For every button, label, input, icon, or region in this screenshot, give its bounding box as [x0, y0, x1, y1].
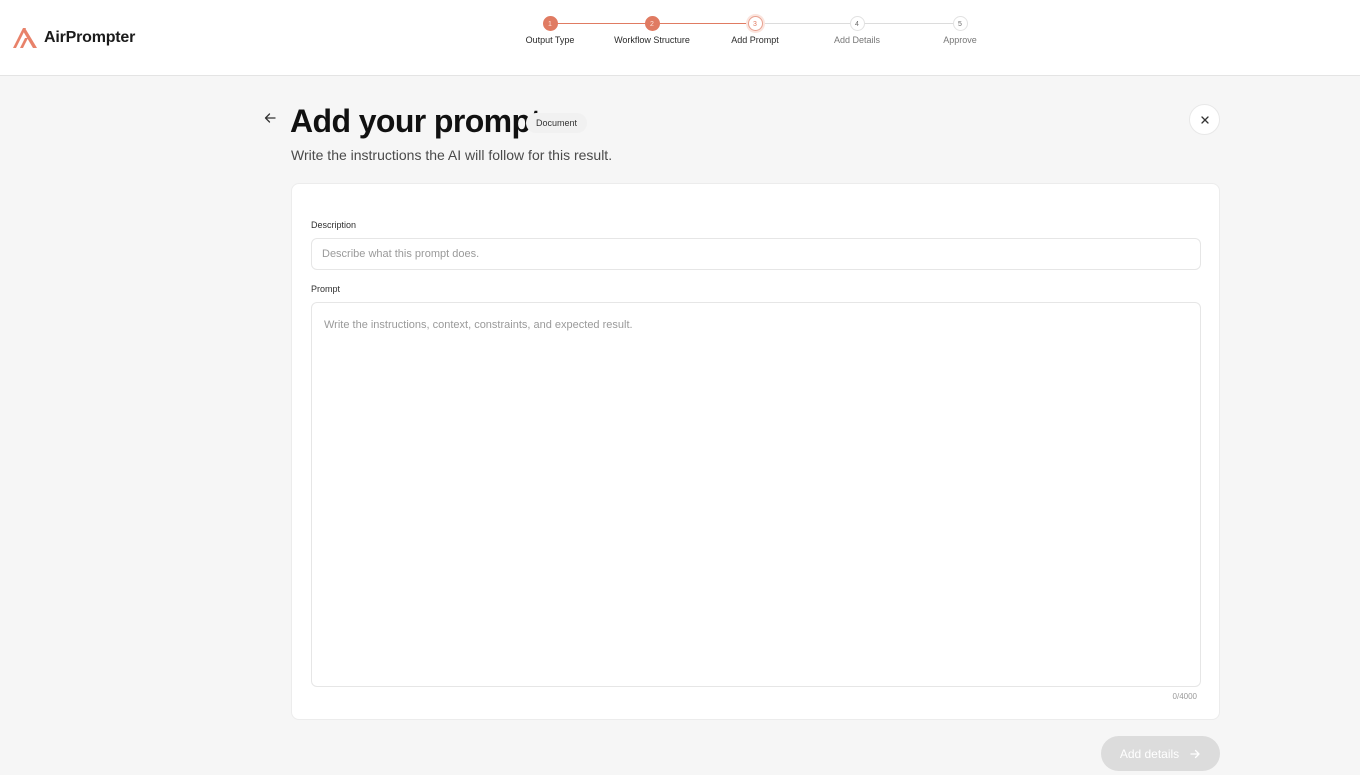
prompt-textarea[interactable]	[311, 302, 1201, 687]
close-icon	[1199, 114, 1211, 126]
step-approve[interactable]: 5 Approve	[905, 16, 1015, 45]
close-button[interactable]	[1189, 104, 1220, 135]
step-label: Add Prompt	[731, 35, 779, 45]
step-label: Workflow Structure	[614, 35, 690, 45]
page-subtitle: Write the instructions the AI will follo…	[291, 147, 613, 163]
arrow-right-icon	[1189, 748, 1201, 760]
step-add-prompt[interactable]: 3 Add Prompt	[700, 16, 810, 45]
step-output-type[interactable]: 1 Output Type	[495, 16, 605, 45]
progress-stepper: 1 Output Type 2 Workflow Structure 3 Add…	[0, 0, 1360, 76]
step-add-details[interactable]: 4 Add Details	[802, 16, 912, 45]
step-number: 5	[952, 16, 968, 31]
description-label: Description	[311, 220, 357, 230]
step-number: 1	[542, 16, 558, 31]
step-label: Approve	[943, 35, 977, 45]
top-bar: AirPrompter 1 Output Type 2 Workflow Str…	[0, 0, 1360, 76]
step-label: Output Type	[525, 35, 575, 45]
prompt-label: Prompt	[311, 284, 341, 294]
step-number: 2	[644, 16, 660, 31]
prompt-form-card: Description Prompt 0/4000	[291, 183, 1220, 720]
step-number: 3	[747, 16, 763, 31]
page-title: Add your prompt	[290, 103, 541, 139]
add-details-label: Add details	[1119, 746, 1180, 761]
step-label: Add Details	[833, 35, 881, 45]
character-counter: 0/4000	[1172, 692, 1197, 701]
output-type-badge: Document	[526, 113, 588, 133]
arrow-left-icon[interactable]	[262, 110, 278, 126]
description-input[interactable]	[311, 238, 1201, 270]
step-number: 4	[849, 16, 865, 31]
step-workflow-structure[interactable]: 2 Workflow Structure	[597, 16, 707, 45]
add-details-button[interactable]: Add details	[1101, 736, 1220, 771]
